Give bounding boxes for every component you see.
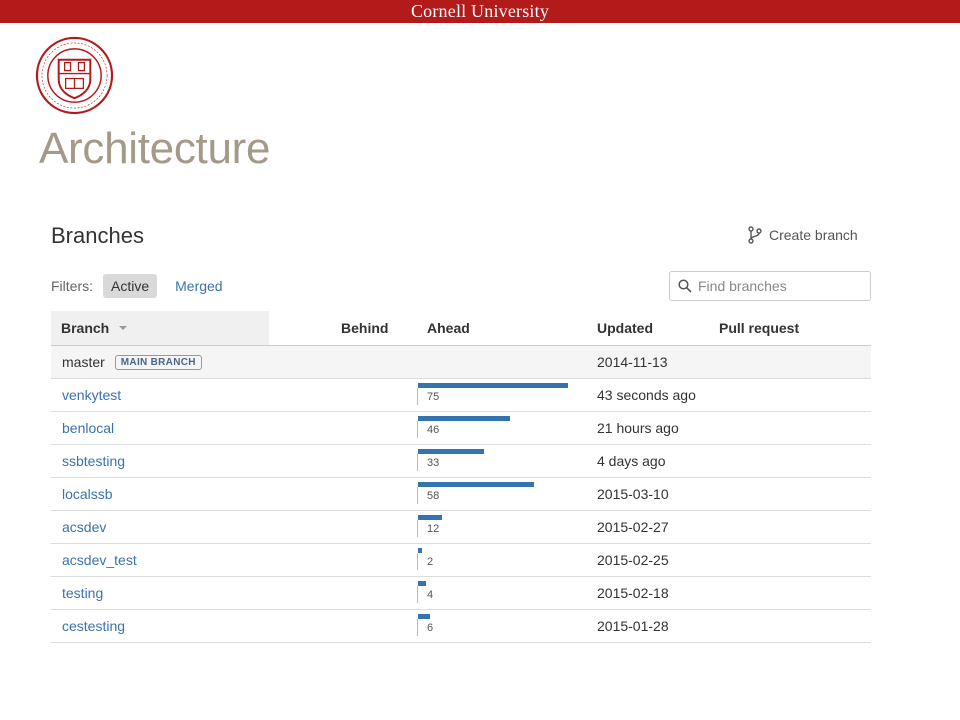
table-row: localssb 58 2015-03-10 (51, 478, 871, 511)
ahead-bar (418, 482, 534, 487)
ahead-axis (417, 454, 418, 471)
ahead-indicator: 2 (417, 548, 577, 572)
branch-name-cell: ssbtesting (62, 445, 125, 477)
branch-name-cell: benlocal (62, 412, 114, 444)
updated-cell: 2014-11-13 (597, 354, 668, 370)
branch-link[interactable]: cestesting (62, 618, 125, 634)
table-row: acsdev_test 2 2015-02-25 (51, 544, 871, 577)
ahead-axis (417, 421, 418, 438)
column-behind: Behind (341, 320, 389, 336)
university-name[interactable]: Cornell University (411, 1, 549, 22)
branches-table: Branch Behind Ahead Updated Pull request… (51, 311, 871, 643)
search-icon (678, 279, 692, 293)
branch-link[interactable]: acsdev (62, 519, 106, 535)
branch-icon (748, 226, 762, 244)
branch-link[interactable]: testing (62, 585, 103, 601)
branch-link[interactable]: localssb (62, 486, 113, 502)
updated-cell: 21 hours ago (597, 420, 679, 436)
ahead-axis (417, 520, 418, 537)
top-banner: Cornell University (0, 0, 960, 23)
updated-cell: 2015-02-25 (597, 552, 669, 568)
page-title: Branches (51, 223, 144, 248)
ahead-axis (417, 388, 418, 405)
ahead-bar (418, 416, 510, 421)
branch-name-cell: localssb (62, 478, 113, 510)
ahead-bar (418, 581, 426, 586)
search-box[interactable] (669, 271, 871, 301)
updated-cell: 43 seconds ago (597, 387, 696, 403)
updated-cell: 2015-02-18 (597, 585, 669, 601)
branch-link[interactable]: venkytest (62, 387, 121, 403)
site-title[interactable]: Architecture (39, 124, 270, 174)
branch-name-cell: venkytest (62, 379, 121, 411)
filters-bar: Filters: Active Merged (51, 274, 241, 298)
table-row: ssbtesting 33 4 days ago (51, 445, 871, 478)
branch-link[interactable]: ssbtesting (62, 453, 125, 469)
table-header: Branch Behind Ahead Updated Pull request (51, 311, 871, 346)
table-row: benlocal 46 21 hours ago (51, 412, 871, 445)
updated-cell: 4 days ago (597, 453, 666, 469)
create-branch-label: Create branch (769, 227, 858, 243)
table-row: venkytest 75 43 seconds ago (51, 379, 871, 412)
ahead-bar (418, 548, 422, 553)
table-row: acsdev 12 2015-02-27 (51, 511, 871, 544)
table-row: testing 4 2015-02-18 (51, 577, 871, 610)
ahead-count: 33 (427, 457, 440, 469)
filters-label: Filters: (51, 278, 93, 294)
column-updated: Updated (597, 320, 653, 336)
ahead-bar (418, 515, 442, 520)
branch-link[interactable]: acsdev_test (62, 552, 137, 568)
sort-caret-icon (119, 326, 128, 330)
ahead-axis (417, 619, 418, 636)
updated-cell: 2015-03-10 (597, 486, 669, 502)
ahead-count: 46 (427, 424, 440, 436)
cornell-seal-icon[interactable] (35, 36, 114, 115)
updated-cell: 2015-02-27 (597, 519, 669, 535)
ahead-count: 12 (427, 523, 440, 535)
ahead-bar (418, 449, 484, 454)
updated-cell: 2015-01-28 (597, 618, 669, 634)
ahead-axis (417, 487, 418, 504)
ahead-indicator: 6 (417, 614, 577, 638)
table-body: master MAIN BRANCH 2014-11-13 venkytest 75 43… (51, 346, 871, 643)
branch-link[interactable]: benlocal (62, 420, 114, 436)
ahead-count: 6 (427, 622, 434, 634)
column-ahead: Ahead (427, 320, 470, 336)
ahead-count: 58 (427, 490, 440, 502)
ahead-indicator: 75 (417, 383, 577, 407)
ahead-count: 4 (427, 589, 434, 601)
ahead-count: 75 (427, 391, 440, 403)
ahead-bar (418, 614, 430, 619)
filter-merged-button[interactable]: Merged (167, 274, 230, 298)
ahead-indicator: 33 (417, 449, 577, 473)
ahead-indicator: 12 (417, 515, 577, 539)
column-branch-label: Branch (61, 320, 110, 336)
ahead-axis (417, 553, 418, 570)
branch-name-cell: acsdev (62, 511, 106, 543)
main-branch-badge: MAIN BRANCH (114, 354, 202, 370)
ahead-count: 2 (427, 556, 434, 568)
ahead-indicator: 46 (417, 416, 577, 440)
table-row: master MAIN BRANCH 2014-11-13 (51, 346, 871, 379)
branch-name[interactable]: master (62, 354, 105, 370)
ahead-axis (417, 586, 418, 603)
column-pull-request: Pull request (719, 320, 800, 336)
ahead-bar (418, 383, 568, 388)
branch-name-cell: acsdev_test (62, 544, 137, 576)
table-row: cestesting 6 2015-01-28 (51, 610, 871, 643)
column-branch[interactable]: Branch (51, 311, 269, 345)
branch-name-cell: master MAIN BRANCH (62, 346, 202, 378)
filter-active-button[interactable]: Active (103, 274, 158, 298)
branch-name-cell: cestesting (62, 610, 125, 642)
branch-name-cell: testing (62, 577, 103, 609)
search-input[interactable] (698, 278, 858, 294)
ahead-indicator: 58 (417, 482, 577, 506)
ahead-indicator: 4 (417, 581, 577, 605)
create-branch-button[interactable]: Create branch (747, 226, 858, 244)
